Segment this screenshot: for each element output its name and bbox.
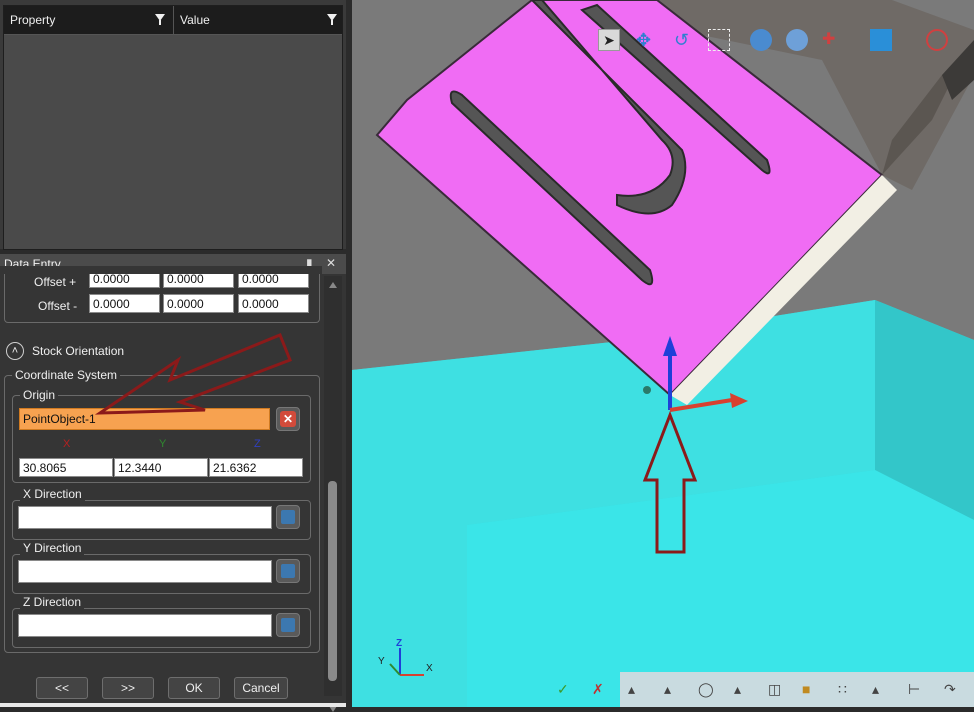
select-curve-icon[interactable]: ↷	[944, 681, 956, 698]
visibility-icon[interactable]	[926, 29, 948, 51]
reject-selection-icon[interactable]: ✗	[592, 681, 604, 698]
triad-x-label: X	[426, 663, 433, 674]
select-grid-icon[interactable]: ∷	[838, 681, 847, 698]
view-cube-icon[interactable]	[870, 29, 892, 51]
accept-selection-icon[interactable]: ✓	[557, 681, 569, 698]
zoom-window-icon[interactable]	[708, 29, 730, 51]
select-arrow-icon[interactable]: ➤	[598, 29, 620, 51]
section-icon[interactable]: ✚	[822, 29, 844, 51]
select-circle-icon[interactable]: ◯	[698, 681, 714, 698]
select-body-icon[interactable]: ◫	[768, 681, 781, 698]
pan-icon[interactable]: ✥	[636, 29, 658, 51]
triad-y-label: Y	[378, 656, 385, 667]
rotate-icon[interactable]: ↺	[674, 29, 696, 51]
graphics-viewport[interactable]: X Y Z ➤ ✥ ↺ ✚ ✓ ✗ ▴ ▴ ◯ ▴ ◫ ■ ∷ ▴ ⊢ ↷	[352, 0, 974, 707]
select-face-icon[interactable]: ▴	[734, 681, 741, 698]
scene-svg[interactable]	[352, 0, 974, 707]
triad-z-label: Z	[396, 638, 403, 649]
select-dimension-icon[interactable]: ⊢	[908, 681, 920, 698]
select-edge-icon[interactable]: ▴	[664, 681, 671, 698]
annotation-arrow-left	[94, 333, 292, 415]
select-text-icon[interactable]: ▴	[872, 681, 879, 698]
zoom-fit-icon[interactable]	[786, 29, 808, 51]
select-solid-icon[interactable]: ■	[802, 681, 810, 697]
zoom-icon[interactable]	[750, 29, 772, 51]
selection-toolbar	[620, 672, 974, 707]
select-point-icon[interactable]: ▴	[628, 681, 635, 698]
annotation-arrow-shape	[94, 333, 292, 415]
